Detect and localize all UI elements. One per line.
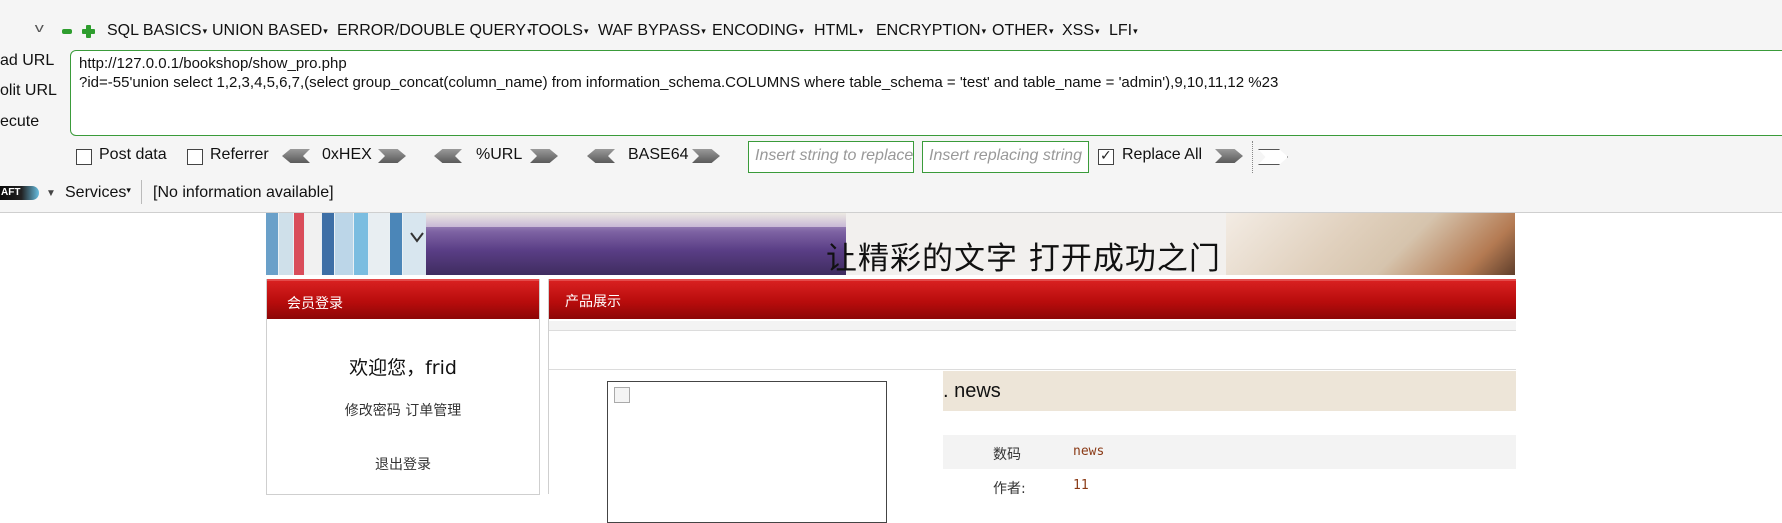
info-value: news	[1073, 444, 1105, 459]
menu-html[interactable]: HTML▾	[814, 22, 863, 40]
product-panel-title: 产品展示	[565, 294, 621, 310]
product-panel-header: 产品展示	[549, 279, 1516, 319]
url-text: http://127.0.0.1/bookshop/show_pro.php ?…	[79, 54, 1278, 92]
login-panel-header: 会员登录	[267, 279, 539, 319]
chevron-down-icon[interactable]: ▼	[46, 188, 56, 199]
menu-tools[interactable]: TOOLS▾	[529, 22, 588, 40]
replace-go-arrow-icon[interactable]	[1215, 149, 1243, 163]
books-image	[266, 213, 426, 275]
menu-waf-bypass[interactable]: WAF BYPASS▾	[598, 22, 706, 40]
menu-error-double-query[interactable]: ERROR/DOUBLE QUERY▾	[337, 22, 532, 40]
url-encoding-label: %URL	[476, 146, 523, 163]
site-banner: 让精彩的文字 打开成功之门！	[266, 213, 1515, 275]
status-info: [No information available]	[153, 184, 334, 201]
divider	[141, 180, 142, 204]
url-textarea[interactable]: http://127.0.0.1/bookshop/show_pro.php ?…	[70, 50, 1782, 136]
menu-encryption[interactable]: ENCRYPTION▾	[876, 22, 986, 40]
info-row: 数码 news	[943, 435, 1516, 469]
replacing-string-input[interactable]: Insert replacing string	[922, 141, 1089, 173]
craft-badge[interactable]: AFT	[0, 186, 39, 200]
hackbar-toolbar: v SQL BASICS▾ UNION BASED▾ ERROR/DOUBLE …	[0, 0, 1782, 213]
load-url-button[interactable]: ad URL	[0, 52, 54, 70]
info-row: 作者: 11	[943, 469, 1516, 503]
chevron-down-icon[interactable]: v	[35, 20, 44, 35]
product-title-bar: . news	[943, 371, 1516, 411]
product-panel: 产品展示 . news 数码 news 作者: 11	[548, 279, 1516, 523]
services-dropdown[interactable]: Services▾	[65, 184, 131, 202]
product-name: . news	[943, 380, 1001, 402]
url-decode-arrow-icon[interactable]	[434, 149, 462, 163]
url-line-2: ?id=-55'union select 1,2,3,4,5,6,7,(sele…	[79, 74, 1279, 91]
hex-encode-arrow-icon[interactable]	[378, 149, 406, 163]
base64-decode-arrow-icon[interactable]	[587, 149, 615, 163]
forward-arrow-icon[interactable]	[1258, 149, 1288, 165]
hex-label: 0xHEX	[322, 146, 372, 163]
info-key: 数码	[993, 447, 1021, 463]
url-line-1: http://127.0.0.1/bookshop/show_pro.php	[79, 55, 347, 72]
open-book-image	[1226, 213, 1515, 275]
execute-button[interactable]: ecute	[0, 113, 39, 131]
login-panel: 会员登录 欢迎您，frid 修改密码 订单管理 退出登录	[266, 279, 540, 495]
replace-string-input[interactable]: Insert string to replace	[748, 141, 914, 173]
menu-sql-basics[interactable]: SQL BASICS▾	[107, 22, 207, 40]
welcome-text: 欢迎您，frid	[349, 357, 457, 379]
post-data-label: Post data	[99, 146, 167, 163]
info-value: 11	[1073, 478, 1089, 493]
split-url-button[interactable]: olit URL	[0, 82, 57, 100]
base64-label: BASE64	[628, 146, 689, 163]
menu-encoding[interactable]: ENCODING▾	[712, 22, 804, 40]
hex-decode-arrow-icon[interactable]	[282, 149, 310, 163]
replace-all-label: Replace All	[1122, 146, 1203, 163]
bookshop-page: 让精彩的文字 打开成功之门！ 会员登录 欢迎您，frid 修改密码 订单管理 退…	[266, 213, 1516, 523]
lavender-field-image	[426, 213, 846, 275]
referrer-label: Referrer	[210, 146, 269, 163]
menu-lfi[interactable]: LFI▾	[1109, 22, 1138, 40]
menu-other[interactable]: OTHER▾	[992, 22, 1054, 40]
divider	[1252, 141, 1253, 173]
base64-encode-arrow-icon[interactable]	[692, 149, 720, 163]
divider	[549, 321, 1516, 331]
referrer-checkbox[interactable]	[187, 149, 203, 165]
menu-xss[interactable]: XSS▾	[1062, 22, 1100, 40]
account-links[interactable]: 修改密码 订单管理	[267, 400, 539, 420]
post-data-checkbox[interactable]	[76, 149, 92, 165]
url-encode-arrow-icon[interactable]	[530, 149, 558, 163]
banner-slogan: 让精彩的文字 打开成功之门！	[826, 241, 1253, 275]
info-key: 作者:	[993, 481, 1026, 497]
expand-icon[interactable]	[82, 25, 95, 38]
collapse-icon[interactable]	[62, 29, 72, 34]
replace-all-checkbox[interactable]	[1098, 147, 1114, 165]
product-image	[607, 381, 887, 523]
logout-link[interactable]: 退出登录	[267, 454, 539, 474]
login-panel-title: 会员登录	[287, 296, 343, 312]
broken-image-icon	[614, 387, 630, 403]
product-detail: . news 数码 news 作者: 11	[549, 369, 1516, 523]
menu-union-based[interactable]: UNION BASED▾	[212, 22, 328, 40]
